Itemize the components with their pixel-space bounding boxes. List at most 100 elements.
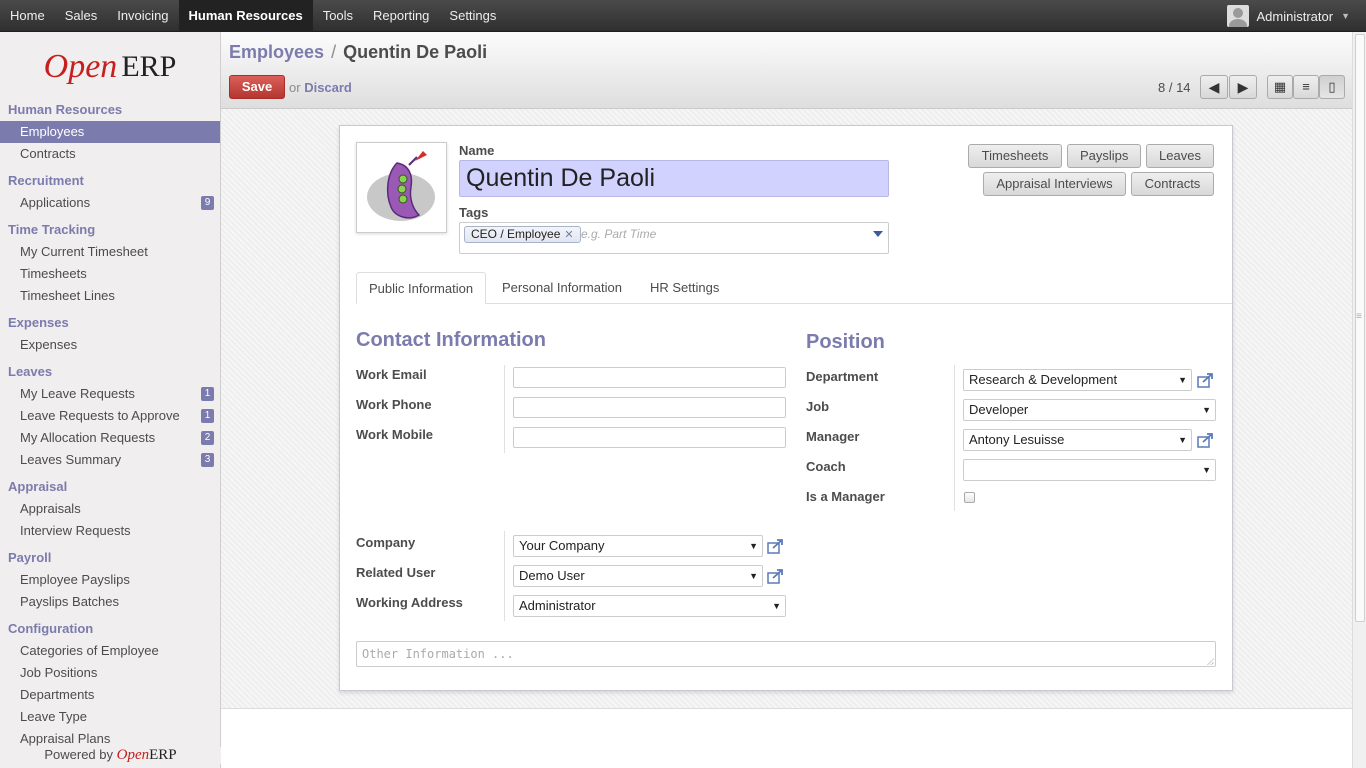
company-select[interactable]: Your Company ▼	[513, 535, 763, 557]
resize-grip-icon[interactable]	[1207, 658, 1214, 665]
other-information-textarea[interactable]: Other Information ...	[356, 641, 1216, 667]
tab-public-information[interactable]: Public Information	[356, 272, 487, 304]
sidebar-section-configuration[interactable]: Configuration	[0, 618, 220, 640]
sidebar-item-employees[interactable]: Employees	[0, 121, 220, 143]
company-label: Company	[356, 535, 416, 550]
tab-hr-settings[interactable]: HR Settings	[638, 272, 731, 304]
appraisal-interviews-button[interactable]: Appraisal Interviews	[983, 172, 1126, 196]
coach-select[interactable]: ▼	[963, 459, 1216, 481]
work-email-field[interactable]	[513, 367, 786, 388]
job-label: Job	[806, 399, 830, 414]
sidebar-item-payslips-batches[interactable]: Payslips Batches	[0, 591, 220, 613]
external-link-icon[interactable]	[1197, 432, 1215, 448]
sidebar-item-my-leave-requests[interactable]: My Leave Requests 1	[0, 383, 220, 405]
leaves-button[interactable]: Leaves	[1146, 144, 1214, 168]
sidebar-section-appraisal[interactable]: Appraisal	[0, 476, 220, 498]
list-icon: ≡	[1302, 79, 1310, 94]
sidebar-item-timesheet-lines[interactable]: Timesheet Lines	[0, 285, 220, 307]
page-title: Quentin De Paoli	[343, 42, 488, 62]
sidebar-item-my-current-timesheet[interactable]: My Current Timesheet	[0, 241, 220, 263]
work-mobile-field[interactable]	[513, 427, 786, 448]
name-input[interactable]: Quentin De Paoli	[459, 160, 889, 197]
vertical-scrollbar[interactable]	[1352, 32, 1366, 768]
related-user-select[interactable]: Demo User ▼	[513, 565, 763, 587]
sidebar-item-departments[interactable]: Departments	[0, 684, 220, 706]
sidebar-item-leaves-summary[interactable]: Leaves Summary 3	[0, 449, 220, 471]
external-link-icon[interactable]	[767, 538, 785, 554]
user-name: Administrator	[1256, 8, 1334, 24]
tab-personal-information[interactable]: Personal Information	[490, 272, 634, 304]
department-select[interactable]: Research & Development ▼	[963, 369, 1192, 391]
pager-previous-button[interactable]: ◀	[1200, 75, 1228, 99]
sidebar-item-contracts[interactable]: Contracts	[0, 143, 220, 165]
breadcrumb-employees[interactable]: Employees	[229, 42, 324, 62]
pager-next-button[interactable]: ▶	[1229, 75, 1257, 99]
sidebar-item-applications[interactable]: Applications 9	[0, 192, 220, 214]
sidebar-item-timesheets[interactable]: Timesheets	[0, 263, 220, 285]
manager-label: Manager	[806, 429, 860, 444]
sidebar-section-expenses[interactable]: Expenses	[0, 312, 220, 334]
sidebar-section-recruitment[interactable]: Recruitment	[0, 170, 220, 192]
external-link-icon[interactable]	[1197, 372, 1215, 388]
employee-photo[interactable]	[356, 142, 447, 233]
sidebar-section-payroll[interactable]: Payroll	[0, 547, 220, 569]
menu-tools[interactable]: Tools	[313, 0, 363, 32]
external-link-icon[interactable]	[767, 568, 785, 584]
user-avatar	[1226, 5, 1249, 27]
is-a-manager-checkbox[interactable]	[964, 492, 975, 503]
form-view-button[interactable]: ▯	[1319, 75, 1345, 99]
contracts-button[interactable]: Contracts	[1131, 172, 1214, 196]
payslips-button[interactable]: Payslips	[1067, 144, 1141, 168]
user-menu[interactable]: Administrator ▼	[1226, 0, 1350, 32]
dropdown-arrow-icon: ▼	[749, 571, 758, 581]
menu-invoicing[interactable]: Invoicing	[107, 0, 178, 32]
menu-settings[interactable]: Settings	[439, 0, 506, 32]
menu-human-resources[interactable]: Human Resources	[178, 0, 313, 32]
working-address-select[interactable]: Administrator ▼	[513, 595, 786, 617]
sidebar-item-interview-requests[interactable]: Interview Requests	[0, 520, 220, 542]
coach-label: Coach	[806, 459, 846, 474]
dropdown-arrow-icon[interactable]	[873, 231, 883, 237]
arrow-right-icon: ▶	[1237, 79, 1249, 95]
scrollbar-thumb[interactable]	[1355, 34, 1365, 622]
dropdown-arrow-icon: ▼	[772, 601, 781, 611]
sidebar-item-expenses[interactable]: Expenses	[0, 334, 220, 356]
sidebar-item-appraisals[interactable]: Appraisals	[0, 498, 220, 520]
timesheets-button[interactable]: Timesheets	[968, 144, 1062, 168]
main-menu: Home Sales Invoicing Human Resources Too…	[0, 0, 506, 32]
dropdown-arrow-icon: ▼	[1178, 375, 1187, 385]
grid-icon: ▦	[1273, 79, 1287, 94]
view-header: Employees / Quentin De Paoli Save or Dis…	[221, 32, 1352, 109]
sidebar-item-leave-type[interactable]: Leave Type	[0, 706, 220, 728]
work-phone-label: Work Phone	[356, 397, 432, 412]
sidebar-section-leaves[interactable]: Leaves	[0, 361, 220, 383]
sidebar-item-job-positions[interactable]: Job Positions	[0, 662, 220, 684]
sidebar-section-time-tracking[interactable]: Time Tracking	[0, 219, 220, 241]
save-button[interactable]: Save	[229, 75, 285, 99]
job-select[interactable]: Developer ▼	[963, 399, 1216, 421]
list-view-button[interactable]: ≡	[1293, 75, 1319, 99]
powered-by[interactable]: Powered by OpenERP	[0, 747, 221, 764]
pager-value: 8 / 14	[1158, 80, 1191, 95]
count-badge: 3	[201, 453, 214, 467]
sidebar-item-leave-requests-to-approve[interactable]: Leave Requests to Approve 1	[0, 405, 220, 427]
sidebar-item-my-allocation-requests[interactable]: My Allocation Requests 2	[0, 427, 220, 449]
work-phone-field[interactable]	[513, 397, 786, 418]
menu-home[interactable]: Home	[0, 0, 55, 32]
discard-button[interactable]: Discard	[304, 80, 352, 95]
menu-reporting[interactable]: Reporting	[363, 0, 439, 32]
form-tabs: Public Information Personal Information …	[356, 272, 1232, 304]
logo[interactable]: Open ERP	[0, 32, 220, 102]
kanban-view-button[interactable]: ▦	[1267, 75, 1293, 99]
arrow-left-icon: ◀	[1208, 79, 1220, 95]
menu-sales[interactable]: Sales	[55, 0, 108, 32]
count-badge: 1	[201, 409, 214, 423]
remove-tag-icon[interactable]: ✕	[564, 229, 573, 241]
sidebar-item-employee-payslips[interactable]: Employee Payslips	[0, 569, 220, 591]
sidebar-section-human-resources[interactable]: Human Resources	[0, 99, 220, 121]
work-mobile-label: Work Mobile	[356, 427, 434, 442]
tags-input[interactable]: CEO / Employee ✕ e.g. Part Time	[459, 222, 889, 254]
manager-select[interactable]: Antony Lesuisse ▼	[963, 429, 1192, 451]
dropdown-arrow-icon: ▼	[1202, 465, 1211, 475]
sidebar-item-categories-of-employee[interactable]: Categories of Employee	[0, 640, 220, 662]
